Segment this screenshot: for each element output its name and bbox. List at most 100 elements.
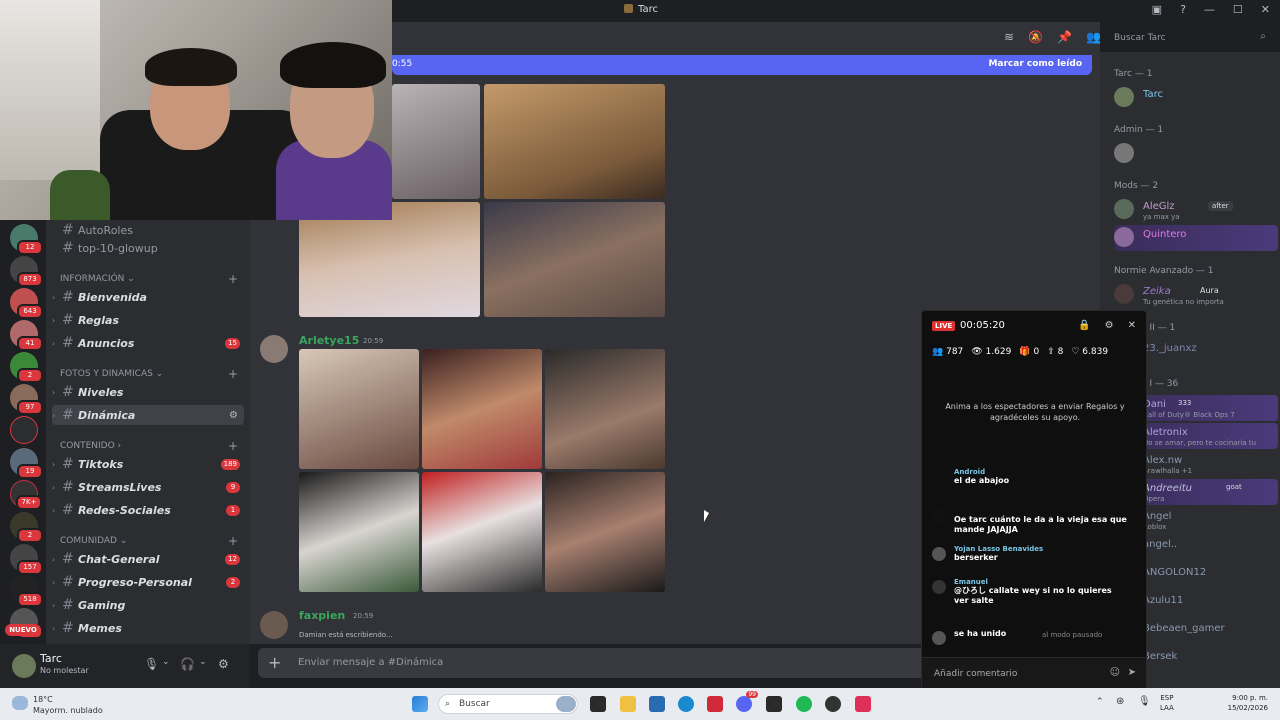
language-indicator[interactable]: ESP LAA [1160,693,1174,713]
member-item[interactable]: Quintero [1114,225,1278,251]
add-attachment-icon[interactable]: + [268,653,281,672]
send-icon[interactable]: ➤ [1128,667,1136,678]
avatar[interactable] [260,335,288,363]
channel-memes[interactable]: › # Memes [52,618,244,638]
attachment-image[interactable] [299,349,419,469]
network-icon[interactable]: ⊛ [1116,696,1124,707]
channel-tiktoks[interactable]: › # Tiktoks 189 [52,454,244,474]
message-author[interactable]: faxpien [299,609,345,622]
gear-icon[interactable]: ⚙ [218,657,229,671]
category-contenido[interactable]: CONTENIDO › + [60,439,238,453]
message-author[interactable]: Arletye15 [299,334,359,347]
server-10[interactable]: 2 [10,512,43,543]
server-12[interactable]: 518 [10,576,43,607]
attachment-image[interactable] [484,202,665,317]
attachment-image[interactable] [299,472,419,592]
avatar[interactable] [260,611,288,639]
add-channel-icon[interactable]: + [228,367,238,381]
microphone-icon[interactable]: 🎙 [1138,696,1151,707]
close-icon[interactable]: ✕ [1128,320,1136,331]
search-input[interactable]: Buscar Tarc ⌕ [1108,28,1272,48]
windows-start-icon[interactable] [412,696,428,712]
opera-icon[interactable] [707,696,723,712]
attachment-image[interactable] [422,349,542,469]
category-info[interactable]: INFORMACIÓN ⌄ + [60,272,238,286]
member-item[interactable]: Tarc [1114,85,1278,111]
weather-icon[interactable] [12,696,28,710]
mute-icon[interactable]: 🔕 [1028,30,1043,44]
chevron-down-icon[interactable]: ⌄ [162,657,170,667]
spotify-icon[interactable] [796,696,812,712]
channel-niveles[interactable]: › # Niveles [52,382,244,402]
channel-bienvenida[interactable]: › # Bienvenida [52,287,244,307]
outlook-icon[interactable] [649,696,665,712]
weather-widget[interactable]: 18°C Mayorm. nublado [33,694,103,716]
message-input[interactable]: Enviar mensaje a #Dinámica [298,657,443,668]
server-11[interactable]: 157 [10,544,43,575]
avatar[interactable] [12,654,36,678]
attachment-image[interactable] [484,84,665,199]
tiktok-icon[interactable] [855,696,871,712]
server-3[interactable]: 643 [10,288,43,319]
inbox-icon[interactable]: ▣ [1152,3,1162,16]
pin-icon[interactable]: 📌 [1057,30,1072,44]
attachment-image[interactable] [422,472,542,592]
category-comunidad[interactable]: COMUNIDAD ⌄ + [60,534,238,548]
member-item[interactable] [1114,141,1278,167]
headphones-icon[interactable]: 🎧 [180,657,195,671]
server-2[interactable]: 873 [10,256,43,287]
server-8[interactable]: 19 [10,448,43,479]
chevron-down-icon[interactable]: ⌄ [199,657,207,667]
channel-streams[interactable]: › # StreamsLives 9 [52,477,244,497]
server-9[interactable]: 7K+ [10,480,42,510]
channel-reglas[interactable]: › # Reglas [52,310,244,330]
channel-redes[interactable]: › # Redes-Sociales 1 [52,500,244,520]
add-channel-icon[interactable]: + [228,534,238,548]
member-item[interactable]: AleGlz ya max ya after [1114,197,1278,223]
settings-icon[interactable]: ⚙ [229,410,238,421]
hash-icon: # [62,479,74,495]
add-channel-icon[interactable]: + [228,439,238,453]
steam-icon[interactable] [825,696,841,712]
widget-icon[interactable] [556,696,576,712]
category-fotos[interactable]: FOTOS Y DINAMICAS ⌄ + [60,367,238,381]
mark-read-button[interactable]: Marcar como leído [988,59,1082,69]
server-4[interactable]: 41 [10,320,43,351]
channel-dinamica[interactable]: › # Dinámica ⚙ [52,405,244,425]
gear-icon[interactable]: ⚙ [1105,320,1114,331]
minimize-button[interactable]: — [1204,3,1215,16]
lock-icon[interactable]: 🔒 [1078,320,1090,331]
attachment-image[interactable] [392,84,480,199]
user-status: No molestar [40,666,89,675]
chevron-up-icon[interactable]: ⌃ [1096,697,1104,707]
channel-progreso[interactable]: › # Progreso-Personal 2 [52,572,244,592]
server-5[interactable]: 2 [10,352,43,383]
discord-icon[interactable]: 99 [736,691,758,712]
comment-input[interactable]: Añadir comentario ☺ ➤ [922,657,1146,689]
attachment-image[interactable] [545,472,665,592]
edge-icon[interactable] [678,696,694,712]
channel-gaming[interactable]: › # Gaming [52,595,244,615]
task-view-icon[interactable] [590,696,606,712]
channel-autoroles[interactable]: # AutoRoles [52,220,244,240]
epic-games-icon[interactable] [766,696,782,712]
channel-glowup[interactable]: # top-10-glowup [52,238,244,258]
channel-anuncios[interactable]: › # Anuncios 15 [52,333,244,353]
server-6[interactable]: 97 [10,384,43,415]
server-1[interactable]: 12 [10,224,43,255]
server-7[interactable] [10,416,38,444]
help-icon[interactable]: ? [1180,3,1186,16]
emoji-icon[interactable]: ☺ [1110,667,1120,678]
threads-icon[interactable]: ≋ [1004,30,1014,44]
clock[interactable]: 9:00 p. m. 15/02/2026 [1228,693,1268,713]
attachment-image[interactable] [545,349,665,469]
add-channel-icon[interactable]: + [228,272,238,286]
close-button[interactable]: ✕ [1261,3,1270,16]
members-icon[interactable]: 👥 [1086,30,1101,44]
folder-icon[interactable] [620,696,636,712]
channel-chat-general[interactable]: › # Chat-General 12 [52,549,244,569]
new-messages-bar[interactable]: 0:55 Marcar como leído [392,55,1092,75]
microphone-icon[interactable]: 🎙 [144,657,159,671]
member-item[interactable]: Zeika Aura Tu genética no importa [1114,282,1278,308]
maximize-button[interactable]: ☐ [1233,3,1243,16]
